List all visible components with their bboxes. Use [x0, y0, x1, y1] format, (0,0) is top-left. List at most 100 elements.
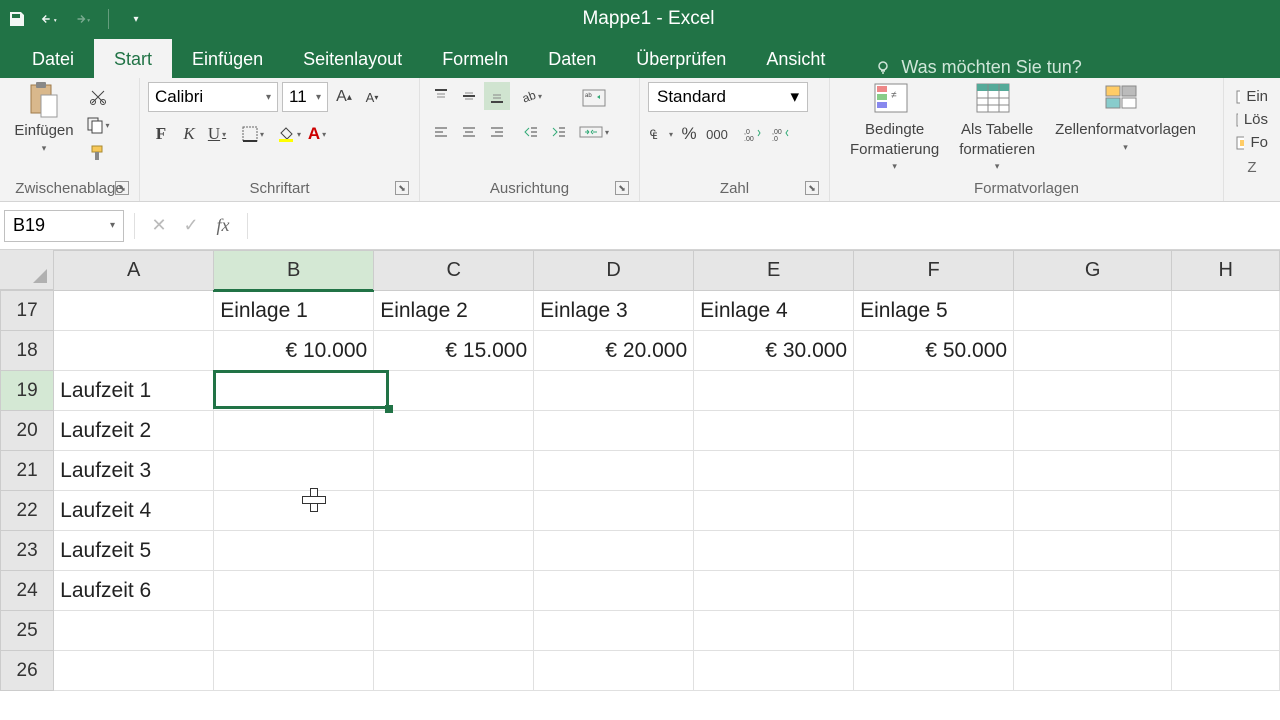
- cell-D18[interactable]: € 20.000: [534, 331, 694, 371]
- row-header-21[interactable]: 21: [1, 451, 54, 491]
- conditional-formatting-button[interactable]: ≠ Bedingte Formatierung▾: [850, 82, 939, 173]
- tab-start[interactable]: Start: [94, 39, 172, 78]
- col-header-G[interactable]: G: [1014, 251, 1172, 291]
- increase-indent-button[interactable]: [546, 118, 572, 146]
- redo-icon[interactable]: ▾: [72, 10, 90, 28]
- cell-G17[interactable]: [1014, 291, 1172, 331]
- cell-C22[interactable]: [374, 491, 534, 531]
- cell-D24[interactable]: [534, 571, 694, 611]
- currency-button[interactable]: ₠: [648, 120, 674, 148]
- col-header-E[interactable]: E: [694, 251, 854, 291]
- tell-me-search[interactable]: Was möchten Sie tun?: [875, 57, 1081, 78]
- cell-E19[interactable]: [694, 371, 854, 411]
- col-header-C[interactable]: C: [374, 251, 534, 291]
- tab-daten[interactable]: Daten: [528, 39, 616, 78]
- cell-D25[interactable]: [534, 611, 694, 651]
- cell-B25[interactable]: [214, 611, 374, 651]
- cell-F22[interactable]: [854, 491, 1014, 531]
- number-launcher[interactable]: ⬊: [805, 181, 819, 195]
- cell-B20[interactable]: [214, 411, 374, 451]
- fill-handle[interactable]: [385, 405, 393, 413]
- cell-B17[interactable]: Einlage 1: [214, 291, 374, 331]
- cell-D17[interactable]: Einlage 3: [534, 291, 694, 331]
- row-header-25[interactable]: 25: [1, 611, 54, 651]
- decrease-font-button[interactable]: A▾: [360, 83, 384, 111]
- cell-C21[interactable]: [374, 451, 534, 491]
- align-left-button[interactable]: [428, 118, 454, 146]
- font-name-combo[interactable]: Calibri▾: [148, 82, 278, 112]
- cell-C23[interactable]: [374, 531, 534, 571]
- cell-A19[interactable]: Laufzeit 1: [54, 371, 214, 411]
- row-header-17[interactable]: 17: [1, 291, 54, 331]
- enter-formula-button[interactable]: ✓: [177, 212, 205, 240]
- cell-G20[interactable]: [1014, 411, 1172, 451]
- alignment-launcher[interactable]: ⬊: [615, 181, 629, 195]
- cell-F21[interactable]: [854, 451, 1014, 491]
- cell-C17[interactable]: Einlage 2: [374, 291, 534, 331]
- cell-B21[interactable]: [214, 451, 374, 491]
- cell-E17[interactable]: Einlage 4: [694, 291, 854, 331]
- row-header-22[interactable]: 22: [1, 491, 54, 531]
- orientation-button[interactable]: ab: [518, 82, 544, 110]
- cell-E24[interactable]: [694, 571, 854, 611]
- cell-F19[interactable]: [854, 371, 1014, 411]
- cell-F25[interactable]: [854, 611, 1014, 651]
- cell-B24[interactable]: [214, 571, 374, 611]
- cell-F20[interactable]: [854, 411, 1014, 451]
- paste-button[interactable]: Einfügen ▾: [8, 82, 80, 154]
- row-header-18[interactable]: 18: [1, 331, 54, 371]
- cell-G25[interactable]: [1014, 611, 1172, 651]
- bold-button[interactable]: F: [148, 120, 174, 148]
- borders-button[interactable]: [240, 120, 266, 148]
- fill-color-button[interactable]: [276, 120, 302, 148]
- cell-F24[interactable]: [854, 571, 1014, 611]
- name-box[interactable]: B19▾: [4, 210, 124, 242]
- col-header-D[interactable]: D: [534, 251, 694, 291]
- format-as-table-button[interactable]: Als Tabelle formatieren▾: [959, 82, 1035, 173]
- cell-H24[interactable]: [1172, 571, 1280, 611]
- cell-E22[interactable]: [694, 491, 854, 531]
- cell-B22[interactable]: [214, 491, 374, 531]
- cell-C18[interactable]: € 15.000: [374, 331, 534, 371]
- tab-datei[interactable]: Datei: [12, 39, 94, 78]
- cell-styles-button[interactable]: Zellenformatvorlagen▾: [1055, 82, 1196, 153]
- cell-B18[interactable]: € 10.000: [214, 331, 374, 371]
- cell-A22[interactable]: Laufzeit 4: [54, 491, 214, 531]
- delete-cells-button[interactable]: Lös: [1236, 111, 1268, 128]
- cell-G26[interactable]: [1014, 651, 1172, 691]
- insert-cells-button[interactable]: Ein: [1236, 88, 1268, 105]
- cell-D21[interactable]: [534, 451, 694, 491]
- cell-A17[interactable]: [54, 291, 214, 331]
- align-right-button[interactable]: [484, 118, 510, 146]
- decrease-decimal-button[interactable]: ,00,0: [768, 120, 794, 148]
- align-bottom-button[interactable]: [484, 82, 510, 110]
- cell-C20[interactable]: [374, 411, 534, 451]
- cell-D23[interactable]: [534, 531, 694, 571]
- cell-D19[interactable]: [534, 371, 694, 411]
- cell-A25[interactable]: [54, 611, 214, 651]
- tab-ansicht[interactable]: Ansicht: [746, 39, 845, 78]
- worksheet-grid[interactable]: ABCDEFGH17Einlage 1Einlage 2Einlage 3Ein…: [0, 250, 1280, 691]
- cell-B19[interactable]: [214, 371, 374, 411]
- undo-icon[interactable]: ▾: [40, 10, 58, 28]
- cell-H23[interactable]: [1172, 531, 1280, 571]
- tab-ueberpruefen[interactable]: Überprüfen: [616, 39, 746, 78]
- copy-button[interactable]: ▾: [86, 114, 110, 136]
- cell-E26[interactable]: [694, 651, 854, 691]
- row-header-26[interactable]: 26: [1, 651, 54, 691]
- comma-button[interactable]: 000: [704, 120, 730, 148]
- cell-G19[interactable]: [1014, 371, 1172, 411]
- formula-input[interactable]: [258, 211, 1276, 241]
- cell-B23[interactable]: [214, 531, 374, 571]
- cell-C19[interactable]: [374, 371, 534, 411]
- cell-F18[interactable]: € 50.000: [854, 331, 1014, 371]
- cell-D20[interactable]: [534, 411, 694, 451]
- cell-H19[interactable]: [1172, 371, 1280, 411]
- qat-customize-icon[interactable]: ▾: [127, 10, 145, 28]
- save-icon[interactable]: [8, 10, 26, 28]
- font-launcher[interactable]: ⬊: [395, 181, 409, 195]
- row-header-23[interactable]: 23: [1, 531, 54, 571]
- format-cells-button[interactable]: Fo: [1236, 134, 1268, 151]
- align-middle-button[interactable]: [456, 82, 482, 110]
- row-header-20[interactable]: 20: [1, 411, 54, 451]
